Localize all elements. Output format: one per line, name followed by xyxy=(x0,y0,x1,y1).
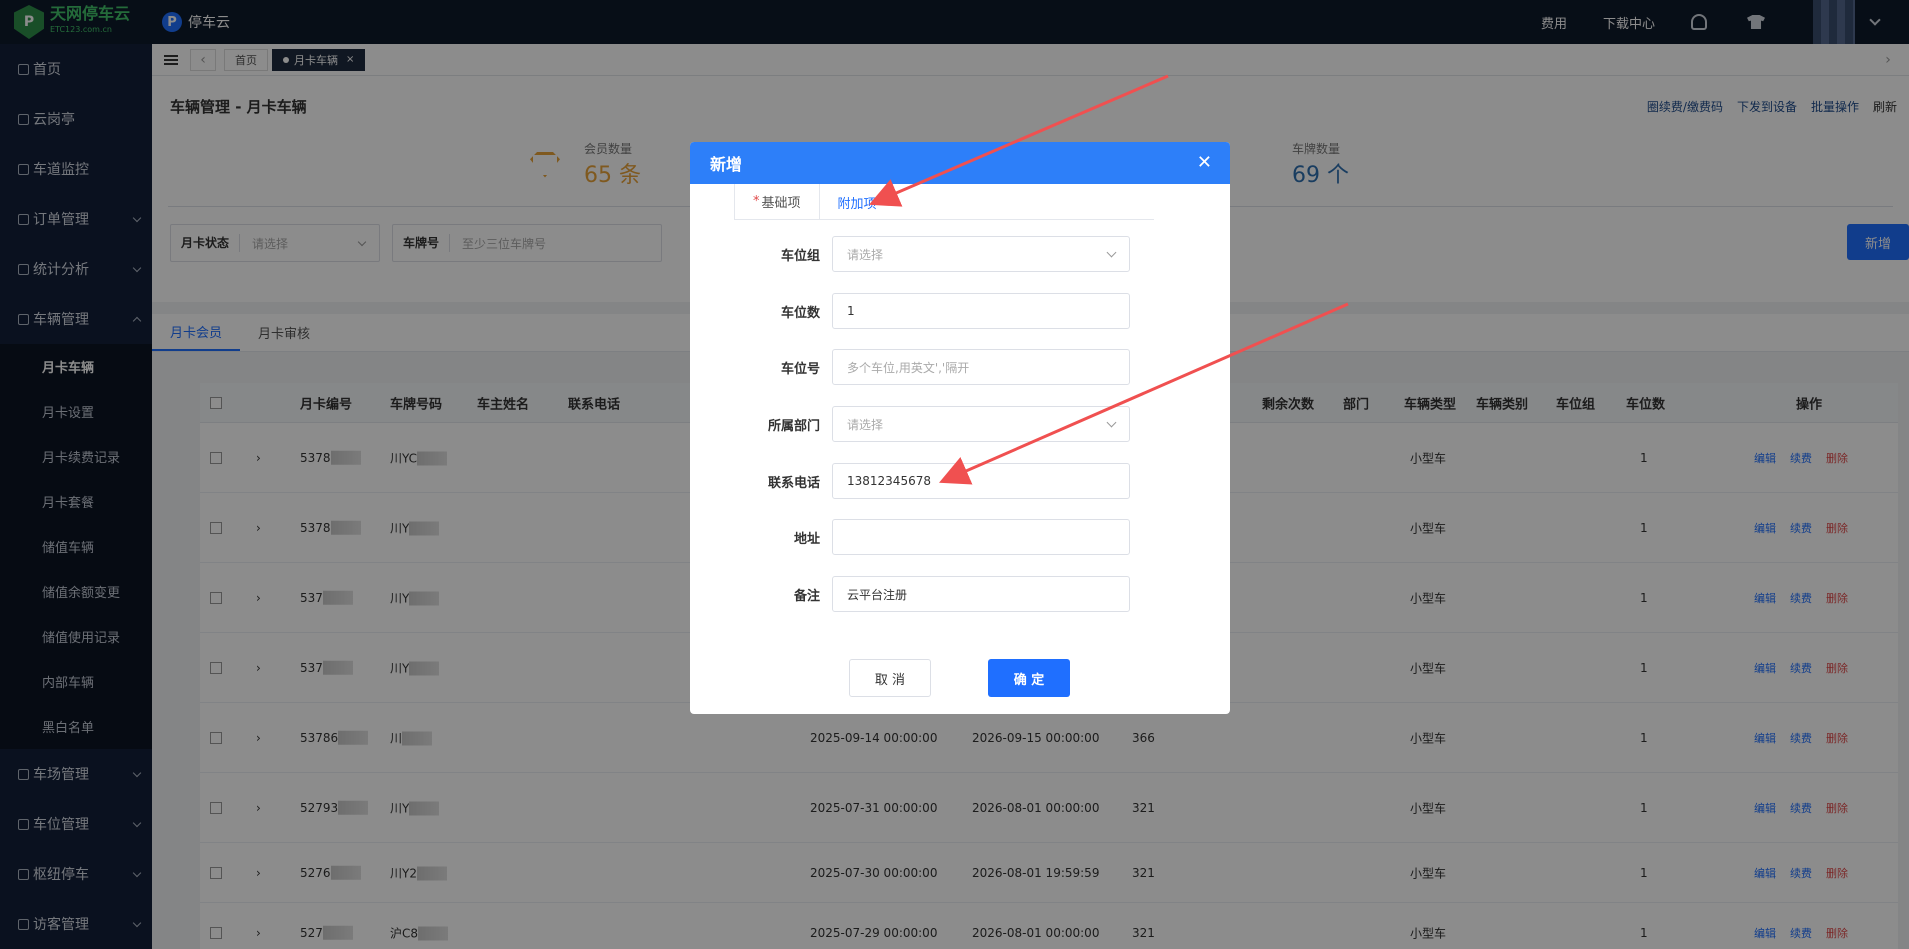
form-row-remark: 备注 云平台注册 xyxy=(690,576,1230,612)
form-row-space-number: 车位号 多个车位,用英文','隔开 xyxy=(690,349,1230,385)
chevron-down-icon xyxy=(1106,417,1117,428)
remark-input[interactable]: 云平台注册 xyxy=(832,576,1130,612)
dialog-title: 新增 xyxy=(710,155,743,174)
form-row-phone: 联系电话 13812345678 xyxy=(690,463,1230,499)
form-row-space-count: 车位数 1 xyxy=(690,293,1230,329)
form-row-space-group: 车位组 请选择 xyxy=(690,236,1230,272)
dialog-tabs: * 基础项 附加项 xyxy=(734,184,1154,220)
add-dialog: 新增 ✕ * 基础项 附加项 车位组 请选择 车位数 1 车位号 多个车位,用英文… xyxy=(690,142,1230,714)
form-row-address: 地址 xyxy=(690,519,1230,555)
tab-extra[interactable]: 附加项 xyxy=(820,184,895,220)
phone-input[interactable]: 13812345678 xyxy=(832,463,1130,499)
space-group-select[interactable]: 请选择 xyxy=(832,236,1130,272)
form-row-department: 所属部门 请选择 xyxy=(690,406,1230,442)
confirm-button[interactable]: 确 定 xyxy=(988,659,1070,697)
department-select[interactable]: 请选择 xyxy=(832,406,1130,442)
close-icon[interactable]: ✕ xyxy=(1197,152,1212,173)
space-number-input[interactable]: 多个车位,用英文','隔开 xyxy=(832,349,1130,385)
address-input[interactable] xyxy=(832,519,1130,555)
dialog-header: 新增 ✕ xyxy=(690,142,1230,184)
tab-basic[interactable]: * 基础项 xyxy=(734,184,820,220)
space-count-input[interactable]: 1 xyxy=(832,293,1130,329)
cancel-button[interactable]: 取 消 xyxy=(849,659,931,697)
chevron-down-icon xyxy=(1106,247,1117,258)
required-mark: * xyxy=(753,194,760,209)
